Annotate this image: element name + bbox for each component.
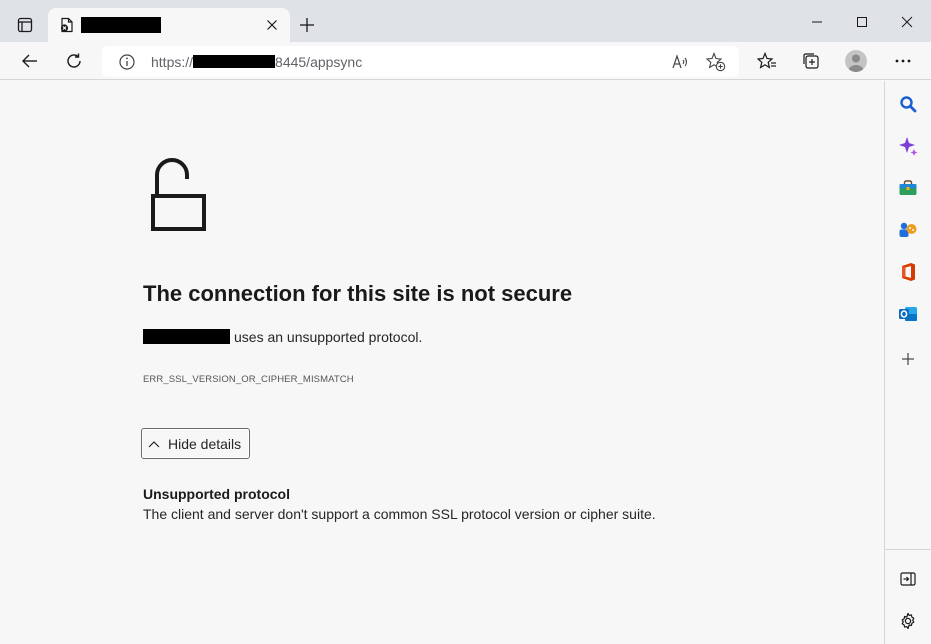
collections-icon <box>803 53 819 69</box>
error-page: The connection for this site is not secu… <box>0 81 884 644</box>
page-title: The connection for this site is not secu… <box>143 281 573 306</box>
plus-icon <box>902 353 914 365</box>
unlocked-padlock-icon <box>151 158 206 231</box>
site-host: redacted <box>143 329 230 344</box>
close-icon <box>901 16 913 28</box>
maximize-button[interactable] <box>842 8 882 36</box>
sidebar-games-button[interactable] <box>897 219 919 241</box>
error-code: ERR_SSL_VERSION_OR_CIPHER_MISMATCH <box>143 374 354 385</box>
detail-heading: Unsupported protocol <box>143 486 290 502</box>
favorites-icon <box>757 52 776 69</box>
error-description: redacted uses an unsupported protocol. <box>143 329 422 345</box>
tab-actions-icon <box>17 17 33 33</box>
error-description-text: uses an unsupported protocol. <box>234 329 423 345</box>
star-plus-icon <box>706 52 726 72</box>
url-prefix: https:// <box>151 54 194 70</box>
chevron-up-icon <box>148 440 160 447</box>
read-aloud-button[interactable] <box>670 51 692 73</box>
sidebar-copilot-button[interactable] <box>897 135 919 157</box>
more-icon <box>895 59 911 63</box>
favorites-button[interactable] <box>753 47 781 75</box>
sidebar-shopping-button[interactable] <box>897 177 919 199</box>
sidebar <box>884 81 931 644</box>
hide-sidebar-button[interactable] <box>897 568 919 590</box>
back-arrow-icon <box>22 54 37 68</box>
hide-details-button[interactable]: Hide details <box>141 428 250 459</box>
hide-details-label: Hide details <box>168 435 242 452</box>
outlook-icon <box>899 307 917 321</box>
info-icon[interactable] <box>118 53 136 71</box>
sparkle-icon <box>899 137 918 156</box>
read-aloud-icon <box>672 54 688 69</box>
add-favorite-button[interactable] <box>705 51 727 73</box>
address-bar[interactable]: https://redacted8445/appsync <box>102 46 739 77</box>
tab-title: redacted <box>81 17 161 33</box>
sidebar-office-button[interactable] <box>897 261 919 283</box>
office-icon <box>902 263 915 281</box>
browser-window: redacted <box>0 0 931 644</box>
broken-page-icon <box>60 17 73 33</box>
detail-body: The client and server don't support a co… <box>143 506 656 522</box>
games-icon <box>899 222 917 237</box>
minimize-button[interactable] <box>797 8 837 36</box>
back-button[interactable] <box>16 47 44 75</box>
reload-button[interactable] <box>60 47 88 75</box>
plus-icon <box>300 18 314 32</box>
new-tab-button[interactable] <box>294 12 320 38</box>
gear-icon <box>901 612 915 630</box>
more-button[interactable] <box>889 47 917 75</box>
maximize-icon <box>857 17 867 27</box>
url-text[interactable]: https://redacted8445/appsync <box>151 54 362 70</box>
tab-actions-button[interactable] <box>10 11 40 39</box>
shopping-bag-icon <box>899 180 917 195</box>
tab-active[interactable]: redacted <box>48 8 290 42</box>
close-icon <box>267 20 277 30</box>
tab-close-button[interactable] <box>262 15 282 35</box>
search-icon <box>900 96 917 113</box>
sidebar-search-button[interactable] <box>897 93 919 115</box>
url-host: redacted <box>193 55 276 68</box>
sidebar-outlook-button[interactable] <box>897 303 919 325</box>
sidebar-divider <box>885 549 931 550</box>
sidebar-collapse-icon <box>900 572 916 586</box>
profile-icon <box>845 50 867 72</box>
sidebar-add-button[interactable] <box>897 348 919 370</box>
window-close-button[interactable] <box>887 8 927 36</box>
reload-icon <box>67 53 81 68</box>
collections-button[interactable] <box>797 47 825 75</box>
navigation-toolbar: https://redacted8445/appsync <box>0 42 931 80</box>
tab-bar: redacted <box>0 0 931 42</box>
minimize-icon <box>812 21 822 23</box>
url-suffix: 8445/appsync <box>275 54 363 70</box>
profile-button[interactable] <box>842 47 870 75</box>
sidebar-settings-button[interactable] <box>897 610 919 632</box>
